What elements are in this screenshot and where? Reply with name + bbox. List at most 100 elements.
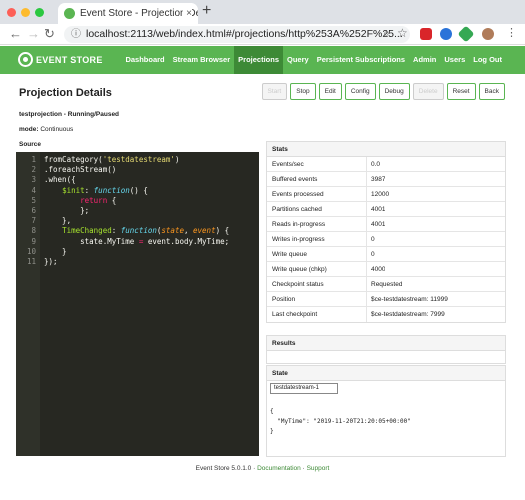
app-navbar: EVENT STORE Dashboard Stream Browser Proje… <box>0 46 525 74</box>
tab-title: Event Store - Projection Details <box>80 8 198 19</box>
stats-row: Partitions cached 4001 <box>267 202 505 217</box>
close-window-button[interactable] <box>7 8 16 17</box>
bookmark-star-icon[interactable]: ☆ <box>397 26 408 40</box>
code-line: 10 } <box>16 247 259 257</box>
nav-item-dashboard[interactable]: Dashboard <box>121 46 168 74</box>
nav-item-users[interactable]: Users <box>440 46 469 74</box>
reset-button[interactable]: Reset <box>446 83 476 100</box>
nav-item-admin[interactable]: Admin <box>409 46 440 74</box>
nav-item-query[interactable]: Query <box>283 46 313 74</box>
back-button[interactable]: Back <box>478 83 505 100</box>
info-icon[interactable]: ⓘ <box>71 26 81 43</box>
footer-version: Event Store 5.0.1.0 · <box>195 465 258 472</box>
stats-panel: Stats Events/sec 0.0 Buffered events 3987 Ev… <box>266 141 506 323</box>
code-line: 9 state.MyTime = event.body.MyTime; <box>16 237 259 247</box>
code-line: 2 .foreachStream() <box>16 165 259 175</box>
stat-label: Events processed <box>267 187 367 201</box>
stat-value: 3987 <box>371 176 386 183</box>
browser-tab-bar: Event Store - Projection Details × + <box>0 0 525 24</box>
code-line: 7 }, <box>16 216 259 226</box>
line-number: 4 <box>31 185 36 195</box>
address-bar-row: ← → ↻ ⓘ localhost:2113/web/index.html#/p… <box>0 24 525 45</box>
partition-input[interactable]: testdatestream-1 <box>270 383 338 394</box>
code-text: TimeChanged: function(state, event) { <box>62 226 230 236</box>
debug-button[interactable]: Debug <box>378 83 410 100</box>
line-number: 1 <box>31 155 36 164</box>
back-arrow-icon[interactable]: ← <box>9 26 22 41</box>
code-text: fromCategory('testdatestream') <box>44 155 180 164</box>
line-number: 7 <box>31 216 36 226</box>
config-button[interactable]: Config <box>344 83 376 100</box>
nav-item-stream-browser[interactable]: Stream Browser <box>169 46 235 74</box>
window-controls <box>7 8 44 17</box>
line-number: 9 <box>31 236 36 246</box>
stats-heading: Stats <box>267 142 505 157</box>
code-line: 8 TimeChanged: function(state, event) { <box>16 226 259 236</box>
code-line: 4 $init: function() { <box>16 186 259 196</box>
stat-value: 0 <box>371 236 375 243</box>
url-field[interactable]: ⓘ localhost:2113/web/index.html#/project… <box>64 26 410 43</box>
search-icon[interactable]: ⌕ <box>383 26 390 41</box>
stat-label: Write queue <box>267 247 367 261</box>
stat-value: $ce-testdatestream: 11999 <box>371 296 448 303</box>
extension-icon[interactable] <box>440 28 452 40</box>
code-line: 5 return { <box>16 196 259 206</box>
stat-label: Last checkpoint <box>267 307 367 322</box>
code-text: }, <box>44 216 72 226</box>
source-code-editor[interactable]: 1 fromCategory('testdatestream') 2 .foreach… <box>16 152 259 456</box>
stat-label: Position <box>267 292 367 306</box>
stat-value: 0 <box>371 251 375 258</box>
start-button[interactable]: Start <box>261 83 288 100</box>
code-line: 1 fromCategory('testdatestream') <box>16 155 259 165</box>
nav-item-persistent-subscriptions[interactable]: Persistent Subscriptions <box>313 46 409 74</box>
line-number: 5 <box>31 195 36 205</box>
code-text: return { <box>80 195 117 205</box>
code-line: 3 .when({ <box>16 175 259 185</box>
reload-icon[interactable]: ↻ <box>44 26 55 42</box>
stat-value: 0.0 <box>371 161 381 168</box>
code-text: .foreachStream() <box>44 165 117 175</box>
nav-item-log-out[interactable]: Log Out <box>469 46 506 74</box>
forward-arrow-icon[interactable]: → <box>27 26 40 41</box>
code-text: }; <box>44 206 90 215</box>
delete-button[interactable]: Delete <box>412 83 444 100</box>
event-store-favicon-icon <box>64 8 75 19</box>
event-store-logo[interactable]: EVENT STORE <box>18 52 103 67</box>
code-text: .when({ <box>44 175 76 185</box>
code-text: state.MyTime = event.body.MyTime; <box>44 236 230 246</box>
stats-row: Events processed 12000 <box>267 187 505 202</box>
stat-label: Writes in-progress <box>267 232 367 246</box>
maximize-window-button[interactable] <box>35 8 44 17</box>
browser-tab[interactable]: Event Store - Projection Details × <box>58 3 198 24</box>
results-panel: Results <box>266 335 506 364</box>
edit-button[interactable]: Edit <box>318 83 342 100</box>
avatar[interactable] <box>482 28 494 40</box>
nav-item-projections[interactable]: Projections <box>234 46 283 74</box>
stat-label: Events/sec <box>267 157 367 171</box>
stop-button[interactable]: Stop <box>290 83 316 100</box>
url-text: localhost:2113/web/index.html#/projectio… <box>86 28 403 40</box>
new-tab-button[interactable]: + <box>202 2 211 20</box>
support-link[interactable]: Support <box>307 465 330 472</box>
menu-kebab-icon[interactable]: ⋮ <box>506 26 517 39</box>
footer: Event Store 5.0.1.0 · Documentation · Su… <box>0 465 525 472</box>
close-tab-icon[interactable]: × <box>183 3 192 24</box>
stat-label: Write queue (chkp) <box>267 262 367 276</box>
extension-icon[interactable] <box>457 25 475 43</box>
stats-row: Events/sec 0.0 <box>267 157 505 172</box>
minimize-window-button[interactable] <box>21 8 30 17</box>
stat-value: $ce-testdatestream: 7999 <box>371 311 445 318</box>
stat-value: Requested <box>371 281 403 288</box>
projection-mode: mode: Continuous <box>19 126 74 133</box>
results-heading: Results <box>267 336 505 351</box>
projection-action-buttons: Start Stop Edit Config Debug Delete Reset Back <box>261 83 505 100</box>
state-heading: State <box>267 366 505 381</box>
documentation-link[interactable]: Documentation <box>257 465 301 472</box>
stats-row: Last checkpoint $ce-testdatestream: 7999 <box>267 307 505 322</box>
main-menu: Dashboard Stream Browser Projections Query P… <box>121 46 506 74</box>
extension-icon[interactable] <box>420 28 432 40</box>
line-number: 6 <box>31 206 36 215</box>
page-title: Projection Details <box>19 87 112 99</box>
line-number: 3 <box>31 175 36 185</box>
stats-row: Buffered events 3987 <box>267 172 505 187</box>
